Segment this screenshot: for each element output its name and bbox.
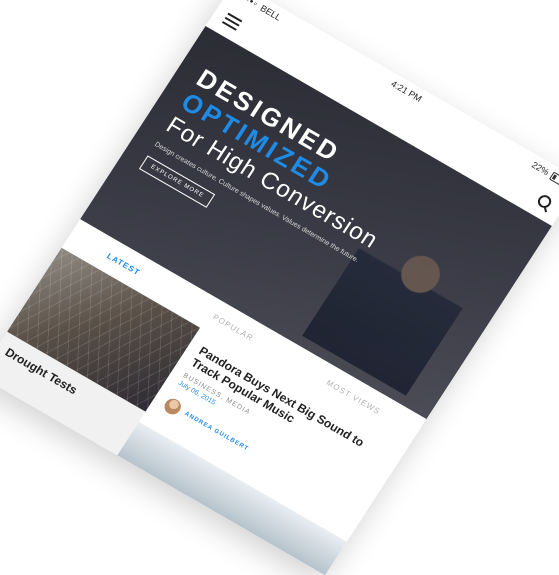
hamburger-menu-icon[interactable] (221, 12, 242, 31)
search-icon[interactable] (534, 193, 554, 212)
explore-more-button[interactable]: EXPLORE MORE (138, 155, 215, 208)
avatar (160, 395, 184, 418)
phone-screen: ••••◦ BELL 4:21 PM 22% DESIGNED OPTIMIZE… (0, 0, 559, 575)
